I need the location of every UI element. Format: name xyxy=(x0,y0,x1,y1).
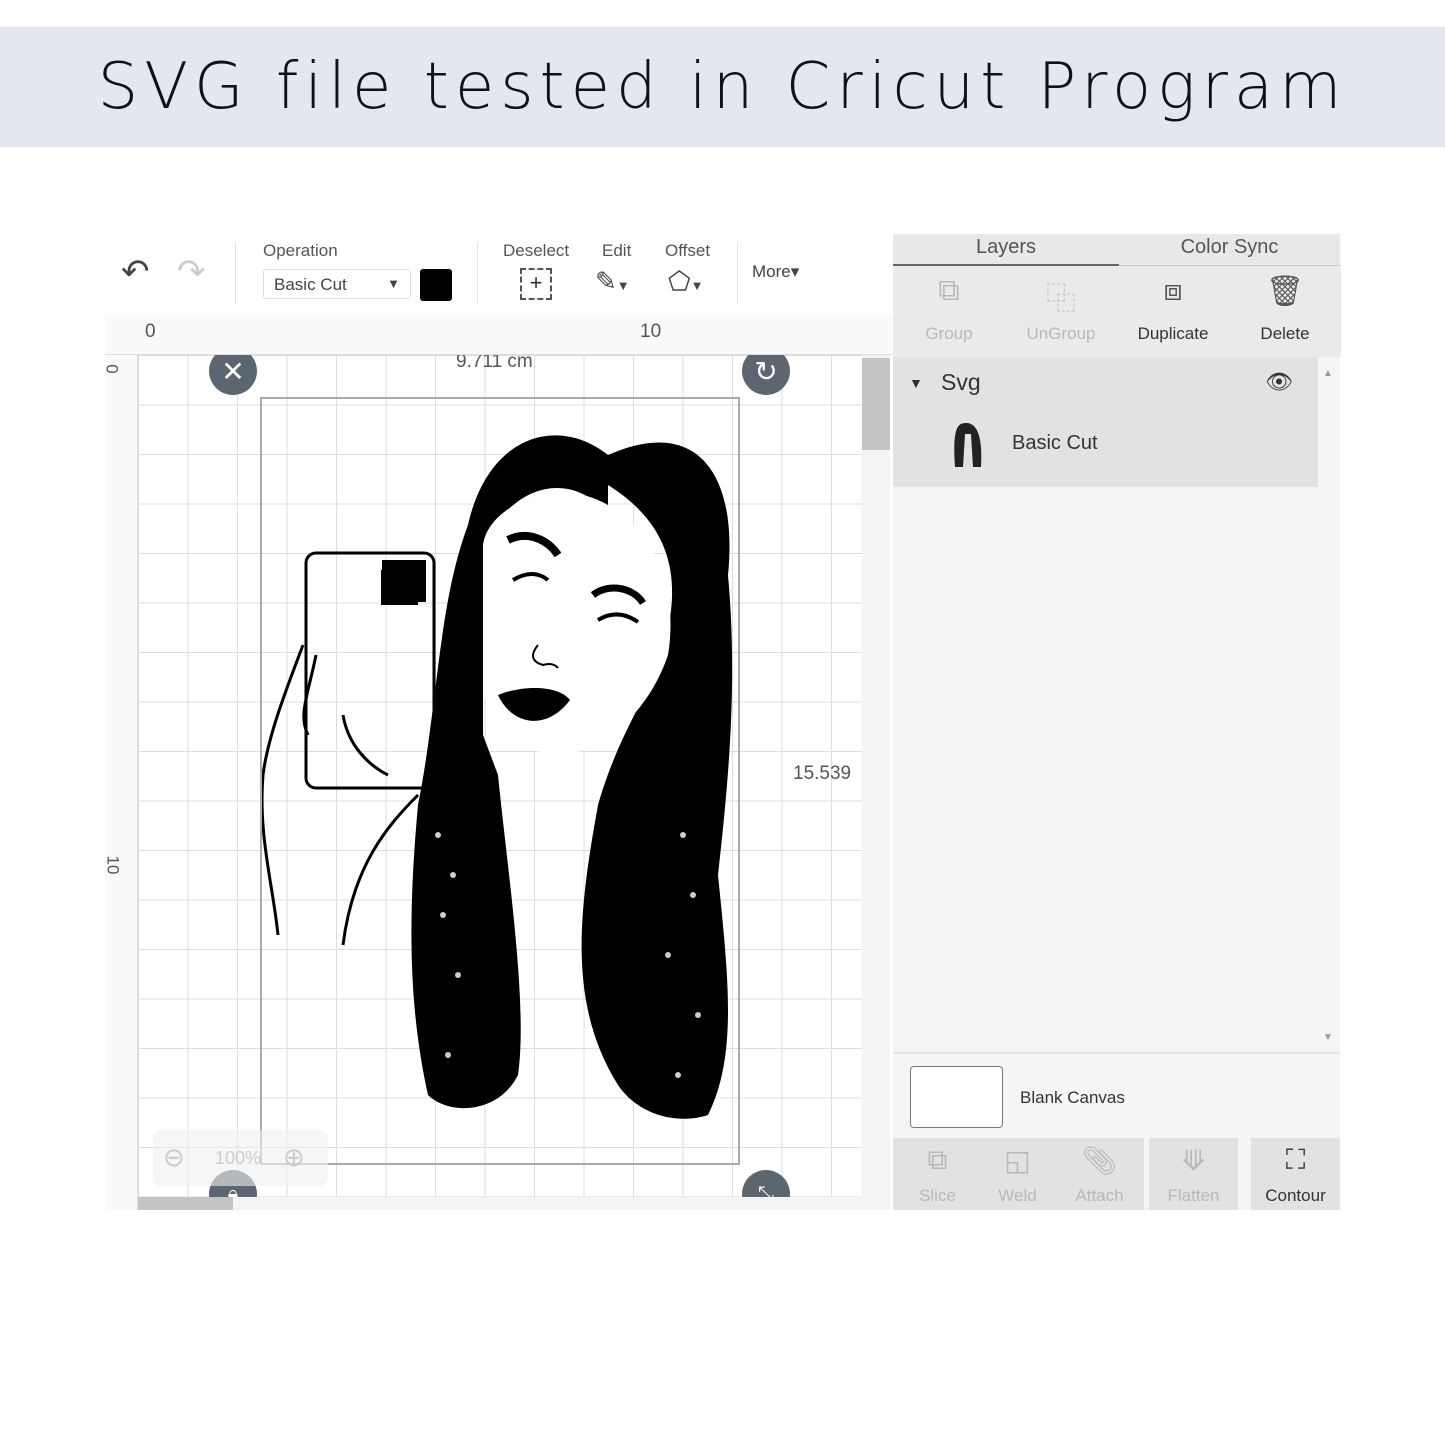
design-canvas[interactable]: 9.711 cm 15.539 ✕ ↻ 🔒︎ ⤡ ⊖ 100% ⊕ xyxy=(138,355,862,1197)
edit-button[interactable]: ✎▼ xyxy=(595,266,630,297)
ungroup-button[interactable]: ⿻ UnGroup xyxy=(1005,266,1117,357)
deselect-button[interactable]: + xyxy=(520,268,552,300)
layers-panel: Layers Color Sync ⧉ Group ⿻ UnGroup ⧈ Dupli… xyxy=(893,234,1341,1210)
flatten-label: Flatten xyxy=(1167,1186,1220,1205)
duplicate-icon: ⧈ xyxy=(1163,274,1183,307)
zoom-out-button[interactable]: ⊖ xyxy=(163,1142,185,1173)
edit-label: Edit xyxy=(602,241,632,260)
ruler-label: 10 xyxy=(103,855,123,875)
attach-button[interactable]: 📎︎ Attach xyxy=(1055,1138,1144,1210)
canvas-thumbnail xyxy=(910,1066,1003,1128)
ruler-label: 0 xyxy=(145,321,156,342)
selection-box xyxy=(260,397,740,1165)
slice-icon: ⧉ xyxy=(927,1144,948,1175)
width-dimension: 9.711 cm xyxy=(456,355,533,372)
flatten-button[interactable]: ⟱ Flatten xyxy=(1149,1138,1238,1210)
zoom-level: 100% xyxy=(215,1148,262,1168)
scroll-down-icon[interactable]: ▼ xyxy=(1323,1032,1333,1043)
banner-title: SVG file tested in Cricut Program xyxy=(97,50,1348,124)
divider xyxy=(235,242,236,304)
weld-button[interactable]: ◱ Weld xyxy=(973,1138,1062,1210)
operation-select[interactable]: Basic Cut ▼ xyxy=(263,269,411,299)
trash-icon: 🗑︎ xyxy=(1265,275,1305,308)
rotate-icon: ↻ xyxy=(754,355,778,387)
ruler-left: 0 10 xyxy=(102,355,138,1210)
horizontal-scrollbar[interactable] xyxy=(138,1197,862,1210)
banner: SVG file tested in Cricut Program xyxy=(0,27,1445,147)
blank-canvas-row[interactable]: Blank Canvas xyxy=(893,1052,1340,1138)
contour-label: Contour xyxy=(1265,1186,1326,1205)
more-button[interactable]: More▾ xyxy=(752,262,799,282)
contour-button[interactable]: ⛶ Contour xyxy=(1251,1138,1340,1210)
resize-icon: ⤡ xyxy=(758,1182,774,1198)
tab-layers[interactable]: Layers xyxy=(893,234,1119,266)
caret-down-icon[interactable]: ▼ xyxy=(909,375,923,391)
redo-button[interactable]: ↷ xyxy=(177,252,206,292)
weld-icon: ◱ xyxy=(1004,1145,1031,1176)
ruler-label: 0 xyxy=(102,364,122,374)
ruler-label: 10 xyxy=(640,321,662,342)
offset-label: Offset xyxy=(665,241,711,260)
layer-thumbnail xyxy=(951,419,985,469)
ungroup-label: UnGroup xyxy=(1026,324,1096,343)
operation-label: Operation xyxy=(263,241,338,260)
zoom-in-button[interactable]: ⊕ xyxy=(283,1142,305,1173)
slice-button[interactable]: ⧉ Slice xyxy=(893,1138,982,1210)
toolbar: ↶ ↷ Operation Basic Cut ▼ Deselect + Edit… xyxy=(105,234,893,315)
layer-group-name: Svg xyxy=(941,369,981,395)
color-swatch[interactable] xyxy=(420,269,452,301)
undo-button[interactable]: ↶ xyxy=(121,252,150,292)
group-label: Group xyxy=(925,324,973,343)
flatten-icon: ⟱ xyxy=(1181,1145,1206,1176)
group-icon: ⧉ xyxy=(938,274,960,307)
ruler-top: 0 10 xyxy=(105,315,893,355)
chevron-down-icon: ▼ xyxy=(387,276,400,291)
delete-label: Delete xyxy=(1260,324,1310,343)
duplicate-label: Duplicate xyxy=(1137,324,1209,343)
slice-label: Slice xyxy=(919,1186,956,1205)
eye-icon[interactable]: 👁︎ xyxy=(1265,369,1293,395)
paperclip-icon: 📎︎ xyxy=(1081,1145,1118,1176)
deselect-label: Deselect xyxy=(503,241,570,260)
operation-value: Basic Cut xyxy=(274,275,347,294)
scroll-up-icon[interactable]: ▲ xyxy=(1323,368,1333,379)
offset-button[interactable]: ⬠▼ xyxy=(668,266,703,297)
ungroup-icon: ⿻ xyxy=(1046,283,1076,316)
close-icon: ✕ xyxy=(221,355,245,387)
divider xyxy=(477,242,478,304)
vertical-scroll-thumb[interactable] xyxy=(862,358,890,450)
contour-icon: ⛶ xyxy=(1285,1144,1306,1175)
group-button[interactable]: ⧉ Group xyxy=(893,266,1005,357)
delete-button[interactable]: 🗑︎ Delete xyxy=(1229,266,1341,357)
blank-canvas-label: Blank Canvas xyxy=(1020,1088,1125,1107)
divider xyxy=(737,242,738,304)
vertical-scrollbar[interactable] xyxy=(862,355,890,1210)
zoom-control: ⊖ 100% ⊕ xyxy=(153,1130,328,1186)
layer-name[interactable]: Basic Cut xyxy=(1012,432,1098,455)
height-dimension: 15.539 xyxy=(793,763,852,784)
weld-label: Weld xyxy=(998,1186,1037,1205)
layer-group-svg[interactable]: ▼ Svg 👁︎ Basic Cut xyxy=(893,357,1318,487)
horizontal-scroll-thumb[interactable] xyxy=(138,1197,233,1210)
attach-label: Attach xyxy=(1075,1186,1124,1205)
duplicate-button[interactable]: ⧈ Duplicate xyxy=(1117,266,1229,357)
tab-color-sync[interactable]: Color Sync xyxy=(1119,234,1340,266)
